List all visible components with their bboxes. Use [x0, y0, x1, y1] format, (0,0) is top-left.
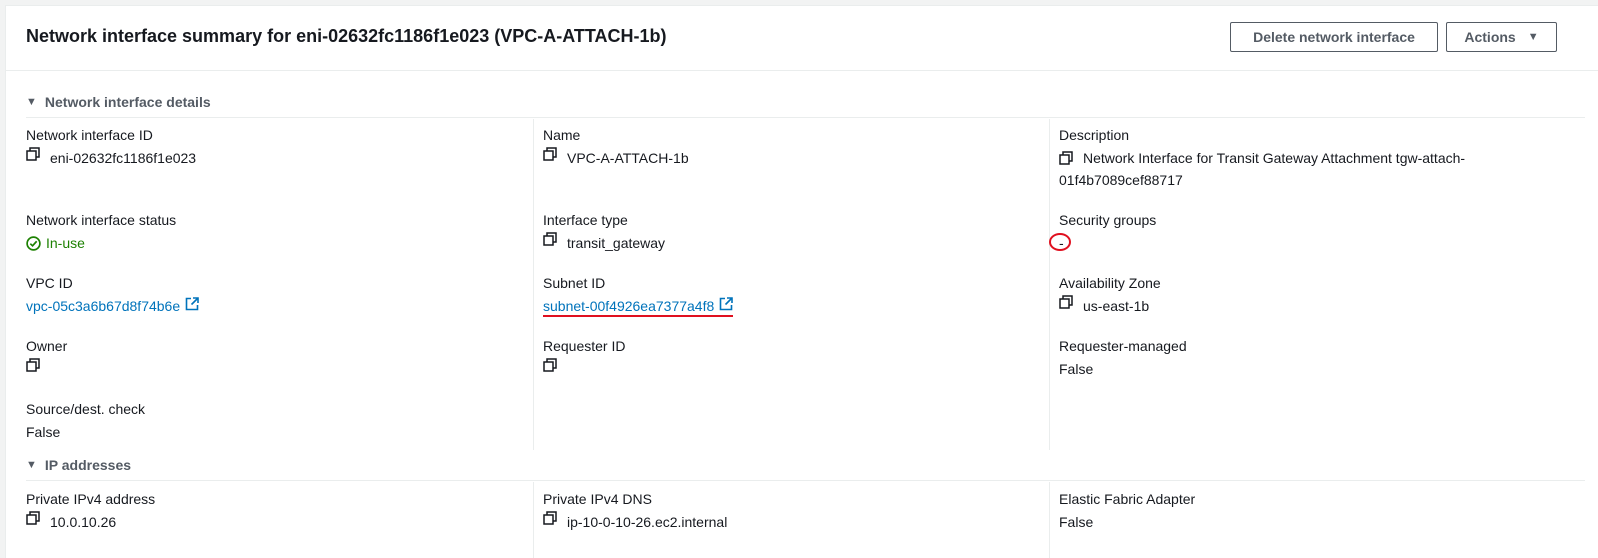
private-ipv4-value: 10.0.10.26: [50, 514, 117, 530]
divider: [26, 117, 1585, 118]
caret-down-icon: ▼: [1527, 31, 1539, 43]
field-requester-id: Requester ID: [543, 336, 625, 372]
efa-value: False: [1059, 514, 1094, 530]
field-value: 10.0.10.26: [26, 511, 155, 533]
field-subnet-id: Subnet ID subnet-00f4926ea7377a4f8: [543, 273, 734, 317]
source-dest-check-value: False: [26, 424, 61, 440]
field-requester-managed: Requester-managed False: [1059, 336, 1187, 380]
copy-icon[interactable]: [543, 232, 559, 246]
status-indicator: In-use: [26, 232, 85, 254]
interface-type-value: transit_gateway: [567, 235, 666, 251]
field-eni-id: Network interface ID eni-02632fc1186f1e0…: [26, 125, 196, 169]
summary-panel: Network interface summary for eni-02632f…: [5, 5, 1598, 558]
field-label: Requester ID: [543, 338, 626, 354]
field-value: subnet-00f4926ea7377a4f8: [543, 295, 734, 317]
field-label: Source/dest. check: [26, 401, 146, 417]
field-vpc-id: VPC ID vpc-05c3a6b67d8f74b6e: [26, 273, 199, 317]
field-value: -: [1059, 232, 1156, 254]
annotation-circle: [1049, 233, 1071, 251]
column-divider: [1049, 482, 1050, 558]
field-value: transit_gateway: [543, 232, 665, 254]
field-value: Network Interface for Transit Gateway At…: [1059, 147, 1499, 191]
copy-icon[interactable]: [26, 147, 42, 161]
subnet-id-link[interactable]: subnet-00f4926ea7377a4f8: [543, 295, 714, 317]
field-status: Network interface status In-use: [26, 210, 176, 254]
description-value: Network Interface for Transit Gateway At…: [1059, 150, 1466, 188]
page-title: Network interface summary for eni-02632f…: [26, 26, 667, 46]
field-value: us-east-1b: [1059, 295, 1161, 317]
field-value: False: [1059, 358, 1187, 380]
section-title-details: Network interface details: [44, 94, 211, 110]
copy-icon[interactable]: [1059, 151, 1075, 165]
field-label: Security groups: [1059, 212, 1157, 228]
field-owner: Owner: [26, 336, 67, 372]
field-private-ipv4: Private IPv4 address 10.0.10.26: [26, 489, 155, 533]
field-label: Availability Zone: [1059, 275, 1161, 291]
section-toggle-ip-addresses[interactable]: ▼ IP addresses: [26, 454, 131, 476]
field-availability-zone: Availability Zone us-east-1b: [1059, 273, 1161, 317]
copy-icon[interactable]: [26, 511, 42, 525]
caret-down-icon: ▼: [26, 96, 37, 108]
copy-icon[interactable]: [543, 511, 559, 525]
private-dns-value: ip-10-0-10-26.ec2.internal: [567, 514, 728, 530]
field-value: eni-02632fc1186f1e023: [26, 147, 196, 169]
field-value: False: [26, 421, 145, 443]
copy-icon[interactable]: [543, 358, 559, 372]
field-private-dns: Private IPv4 DNS ip-10-0-10-26.ec2.inter…: [543, 489, 727, 533]
field-name: Name VPC-A-ATTACH-1b: [543, 125, 689, 169]
field-label: Subnet ID: [543, 275, 606, 291]
requester-managed-value: False: [1059, 361, 1094, 377]
field-label: Elastic Fabric Adapter: [1059, 491, 1196, 507]
field-label: VPC ID: [26, 275, 73, 291]
external-link-icon[interactable]: [185, 295, 199, 317]
field-label: Name: [543, 127, 581, 143]
name-value: VPC-A-ATTACH-1b: [567, 150, 689, 166]
actions-button-label: Actions: [1464, 29, 1516, 45]
section-title-ip-addresses: IP addresses: [44, 457, 132, 473]
summary-header: Network interface summary for eni-02632f…: [6, 6, 1598, 71]
column-divider: [1049, 119, 1050, 450]
field-value: ip-10-0-10-26.ec2.internal: [543, 511, 727, 533]
column-divider: [533, 119, 534, 450]
field-label: Network interface ID: [26, 127, 153, 143]
delete-network-interface-button[interactable]: Delete network interface: [1230, 22, 1438, 52]
copy-icon[interactable]: [1059, 295, 1075, 309]
field-value: In-use: [26, 232, 176, 254]
field-label: Owner: [26, 338, 68, 354]
field-label: Description: [1059, 127, 1130, 143]
external-link-icon[interactable]: [719, 295, 734, 317]
copy-icon[interactable]: [543, 147, 559, 161]
field-source-dest-check: Source/dest. check False: [26, 399, 145, 443]
field-value: [543, 358, 625, 372]
field-value: False: [1059, 511, 1195, 533]
field-label: Requester-managed: [1059, 338, 1187, 354]
vpc-id-link[interactable]: vpc-05c3a6b67d8f74b6e: [26, 295, 180, 317]
field-label: Network interface status: [26, 212, 177, 228]
field-value: VPC-A-ATTACH-1b: [543, 147, 689, 169]
field-label: Interface type: [543, 212, 628, 228]
section-toggle-details[interactable]: ▼ Network interface details: [26, 91, 211, 113]
field-label: Private IPv4 address: [26, 491, 156, 507]
eni-id-value: eni-02632fc1186f1e023: [50, 150, 197, 166]
field-label: Private IPv4 DNS: [543, 491, 652, 507]
field-description: Description Network Interface for Transi…: [1059, 125, 1499, 191]
field-interface-type: Interface type transit_gateway: [543, 210, 665, 254]
availability-zone-value: us-east-1b: [1083, 298, 1150, 314]
caret-down-icon: ▼: [26, 459, 37, 471]
status-value: In-use: [46, 235, 85, 251]
field-value: vpc-05c3a6b67d8f74b6e: [26, 295, 199, 317]
column-divider: [533, 482, 534, 558]
copy-icon[interactable]: [26, 358, 42, 372]
delete-button-label: Delete network interface: [1253, 29, 1415, 45]
field-efa: Elastic Fabric Adapter False: [1059, 489, 1195, 533]
field-security-groups: Security groups -: [1059, 210, 1156, 254]
annotation-underline: [543, 315, 733, 317]
check-circle-icon: [26, 235, 41, 251]
field-value: [26, 358, 67, 372]
divider: [26, 480, 1585, 481]
actions-dropdown-button[interactable]: Actions ▼: [1446, 22, 1557, 52]
